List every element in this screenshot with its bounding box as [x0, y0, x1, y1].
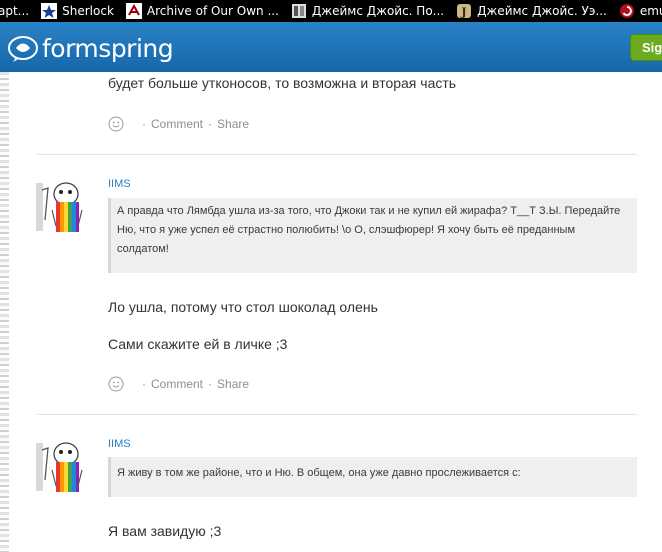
avatar[interactable] [36, 440, 88, 492]
username-link[interactable]: IIMS [108, 178, 131, 190]
bookmark-label: Джеймс Джойс. По... [311, 4, 445, 18]
answer-text: Сами скажите ей в личке ;3 [108, 336, 288, 352]
separator-dot: · [142, 117, 146, 131]
j-icon: J [457, 4, 472, 19]
question-box: А правда что Лямбда ушла из-за того, что… [108, 198, 637, 273]
share-link[interactable]: Share [217, 117, 249, 131]
formspring-logo[interactable]: formspring [8, 34, 174, 63]
avatar[interactable] [36, 180, 88, 232]
star-icon [41, 3, 58, 19]
post-actions: · Comment · Share [108, 116, 249, 132]
username-link[interactable]: IIMS [108, 438, 131, 450]
site-header: formspring Sig [0, 22, 662, 72]
smiley-icon[interactable] [108, 116, 124, 132]
question-box: Я живу в том же районе, что и Ню. В обще… [108, 457, 637, 497]
share-link[interactable]: Share [217, 377, 249, 391]
bookmark-emungere[interactable]: emungere | Fi [619, 0, 662, 22]
answer-text: Я вам завидую ;3 [108, 523, 222, 539]
bookmarks-bar: apt... Sherlock Archive of Our Own ... Д… [0, 0, 662, 22]
logo-text: formspring [42, 34, 174, 63]
bookmark-joyce-2[interactable]: J Джеймс Джойс. Уэ... [456, 0, 611, 22]
page-edge-decoration [0, 72, 9, 552]
post-divider [37, 154, 637, 155]
separator-dot: · [208, 377, 213, 391]
ao3-icon [125, 3, 142, 19]
post-divider [37, 414, 637, 415]
bookmark-label: apt... [0, 4, 30, 18]
signup-button[interactable]: Sig [630, 34, 662, 61]
smiley-icon[interactable] [108, 376, 124, 392]
comment-link[interactable]: Comment [151, 117, 203, 131]
post-actions: · Comment · Share [108, 376, 249, 392]
swirl-icon [619, 4, 634, 18]
separator-dot: · [208, 117, 213, 131]
separator-dot: · [142, 377, 146, 391]
svg-text:J: J [461, 6, 467, 19]
bookmark-1[interactable]: apt... [0, 0, 33, 22]
bookmark-joyce-1[interactable]: Джеймс Джойс. По... [291, 0, 448, 22]
answer-text: будет больше утконосов, то возможна и вт… [108, 75, 457, 91]
bookmark-ao3[interactable]: Archive of Our Own ... [125, 0, 283, 22]
bookmark-label: Archive of Our Own ... [146, 4, 279, 18]
bookmark-sherlock[interactable]: Sherlock [41, 0, 118, 22]
bookmark-label: Джеймс Джойс. Уэ... [477, 4, 607, 18]
speech-bubble-icon [8, 35, 38, 62]
bookmark-label: Sherlock [62, 4, 114, 18]
comment-link[interactable]: Comment [151, 377, 203, 391]
bookmark-label: emungere | Fi [639, 4, 662, 18]
answer-text: Ло ушла, потому что стол шоколад олень [108, 299, 378, 315]
book-icon [291, 4, 306, 18]
